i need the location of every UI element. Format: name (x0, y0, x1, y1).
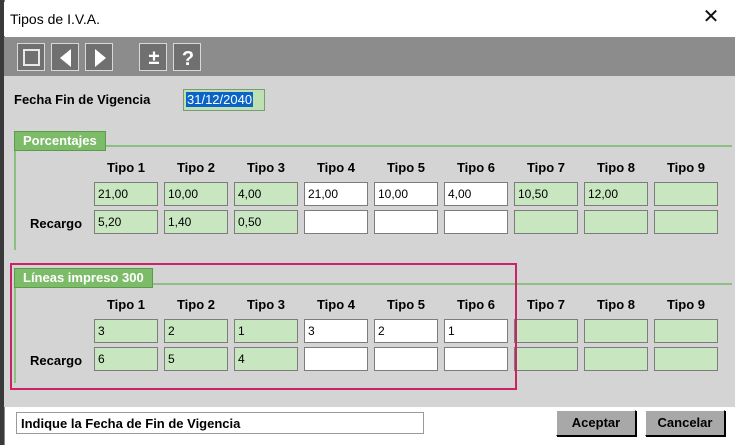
value-tipo-8-input[interactable]: 12,00 (584, 182, 648, 206)
svg-text:±: ± (149, 47, 160, 69)
title-bar (4, 2, 735, 36)
column-header-tipo-7: Tipo 7 (526, 160, 566, 175)
value-tipo-6-input[interactable]: 4,00 (444, 182, 508, 206)
previous-button[interactable] (51, 43, 79, 71)
help-icon: ? (182, 48, 194, 70)
column-header-tipo-7: Tipo 7 (526, 297, 566, 312)
svg-text:?: ? (182, 48, 194, 70)
window-title: Tipos de I.V.A. (10, 11, 101, 27)
close-icon[interactable]: ✕ (700, 6, 722, 28)
accept-button[interactable]: Aceptar (556, 410, 636, 436)
value-tipo-7-input[interactable] (514, 319, 578, 343)
arrow-right-icon (95, 49, 106, 67)
recargo-tipo-7-input[interactable] (514, 347, 578, 371)
recargo-tipo-7-input[interactable] (514, 210, 578, 234)
column-header-tipo-8: Tipo 8 (596, 160, 636, 175)
fecha-label: Fecha Fin de Vigencia (14, 92, 151, 107)
column-header-tipo-5: Tipo 5 (386, 160, 426, 175)
column-header-tipo-1: Tipo 1 (106, 160, 146, 175)
value-tipo-9-input[interactable] (654, 319, 718, 343)
column-header-tipo-2: Tipo 2 (176, 160, 216, 175)
column-header-tipo-9: Tipo 9 (666, 160, 706, 175)
column-header-tipo-9: Tipo 9 (666, 297, 706, 312)
help-button[interactable]: ? (173, 43, 201, 71)
recargo-tipo-5-input[interactable] (374, 210, 438, 234)
highlight-box (10, 263, 517, 390)
recargo-tipo-8-input[interactable] (584, 210, 648, 234)
value-tipo-5-input[interactable]: 10,00 (374, 182, 438, 206)
recargo-tipo-9-input[interactable] (654, 347, 718, 371)
plus-minus-icon: ± (149, 47, 160, 69)
porcentajes-title: Porcentajes (14, 131, 106, 151)
column-header-tipo-6: Tipo 6 (456, 160, 496, 175)
arrow-left-icon (60, 49, 71, 67)
value-tipo-7-input[interactable]: 10,50 (514, 182, 578, 206)
recargo-tipo-6-input[interactable] (444, 210, 508, 234)
value-tipo-4-input[interactable]: 21,00 (304, 182, 368, 206)
porcentajes-group-line (14, 145, 732, 147)
recargo-tipo-3-input[interactable]: 0,50 (234, 210, 298, 234)
fecha-value: 31/12/2040 (186, 92, 254, 107)
porcentajes-group-border (14, 145, 16, 250)
recargo-tipo-8-input[interactable] (584, 347, 648, 371)
column-header-tipo-3: Tipo 3 (246, 160, 286, 175)
next-button[interactable] (85, 43, 113, 71)
recargo-tipo-2-input[interactable]: 1,40 (164, 210, 228, 234)
value-tipo-1-input[interactable]: 21,00 (94, 182, 158, 206)
stop-button[interactable] (17, 43, 45, 71)
plus-minus-button[interactable]: ± (139, 43, 167, 71)
stop-icon (23, 49, 40, 66)
value-tipo-2-input[interactable]: 10,00 (164, 182, 228, 206)
recargo-tipo-4-input[interactable] (304, 210, 368, 234)
recargo-label: Recargo (30, 216, 83, 231)
value-tipo-8-input[interactable] (584, 319, 648, 343)
column-header-tipo-4: Tipo 4 (316, 160, 356, 175)
fecha-fin-vigencia-input[interactable]: 31/12/2040 (183, 89, 265, 111)
value-tipo-3-input[interactable]: 4,00 (234, 182, 298, 206)
recargo-tipo-1-input[interactable]: 5,20 (94, 210, 158, 234)
cancel-button[interactable]: Cancelar (645, 410, 725, 436)
recargo-tipo-9-input[interactable] (654, 210, 718, 234)
value-tipo-9-input[interactable] (654, 182, 718, 206)
column-header-tipo-8: Tipo 8 (596, 297, 636, 312)
status-message: Indique la Fecha de Fin de Vigencia (16, 412, 424, 434)
